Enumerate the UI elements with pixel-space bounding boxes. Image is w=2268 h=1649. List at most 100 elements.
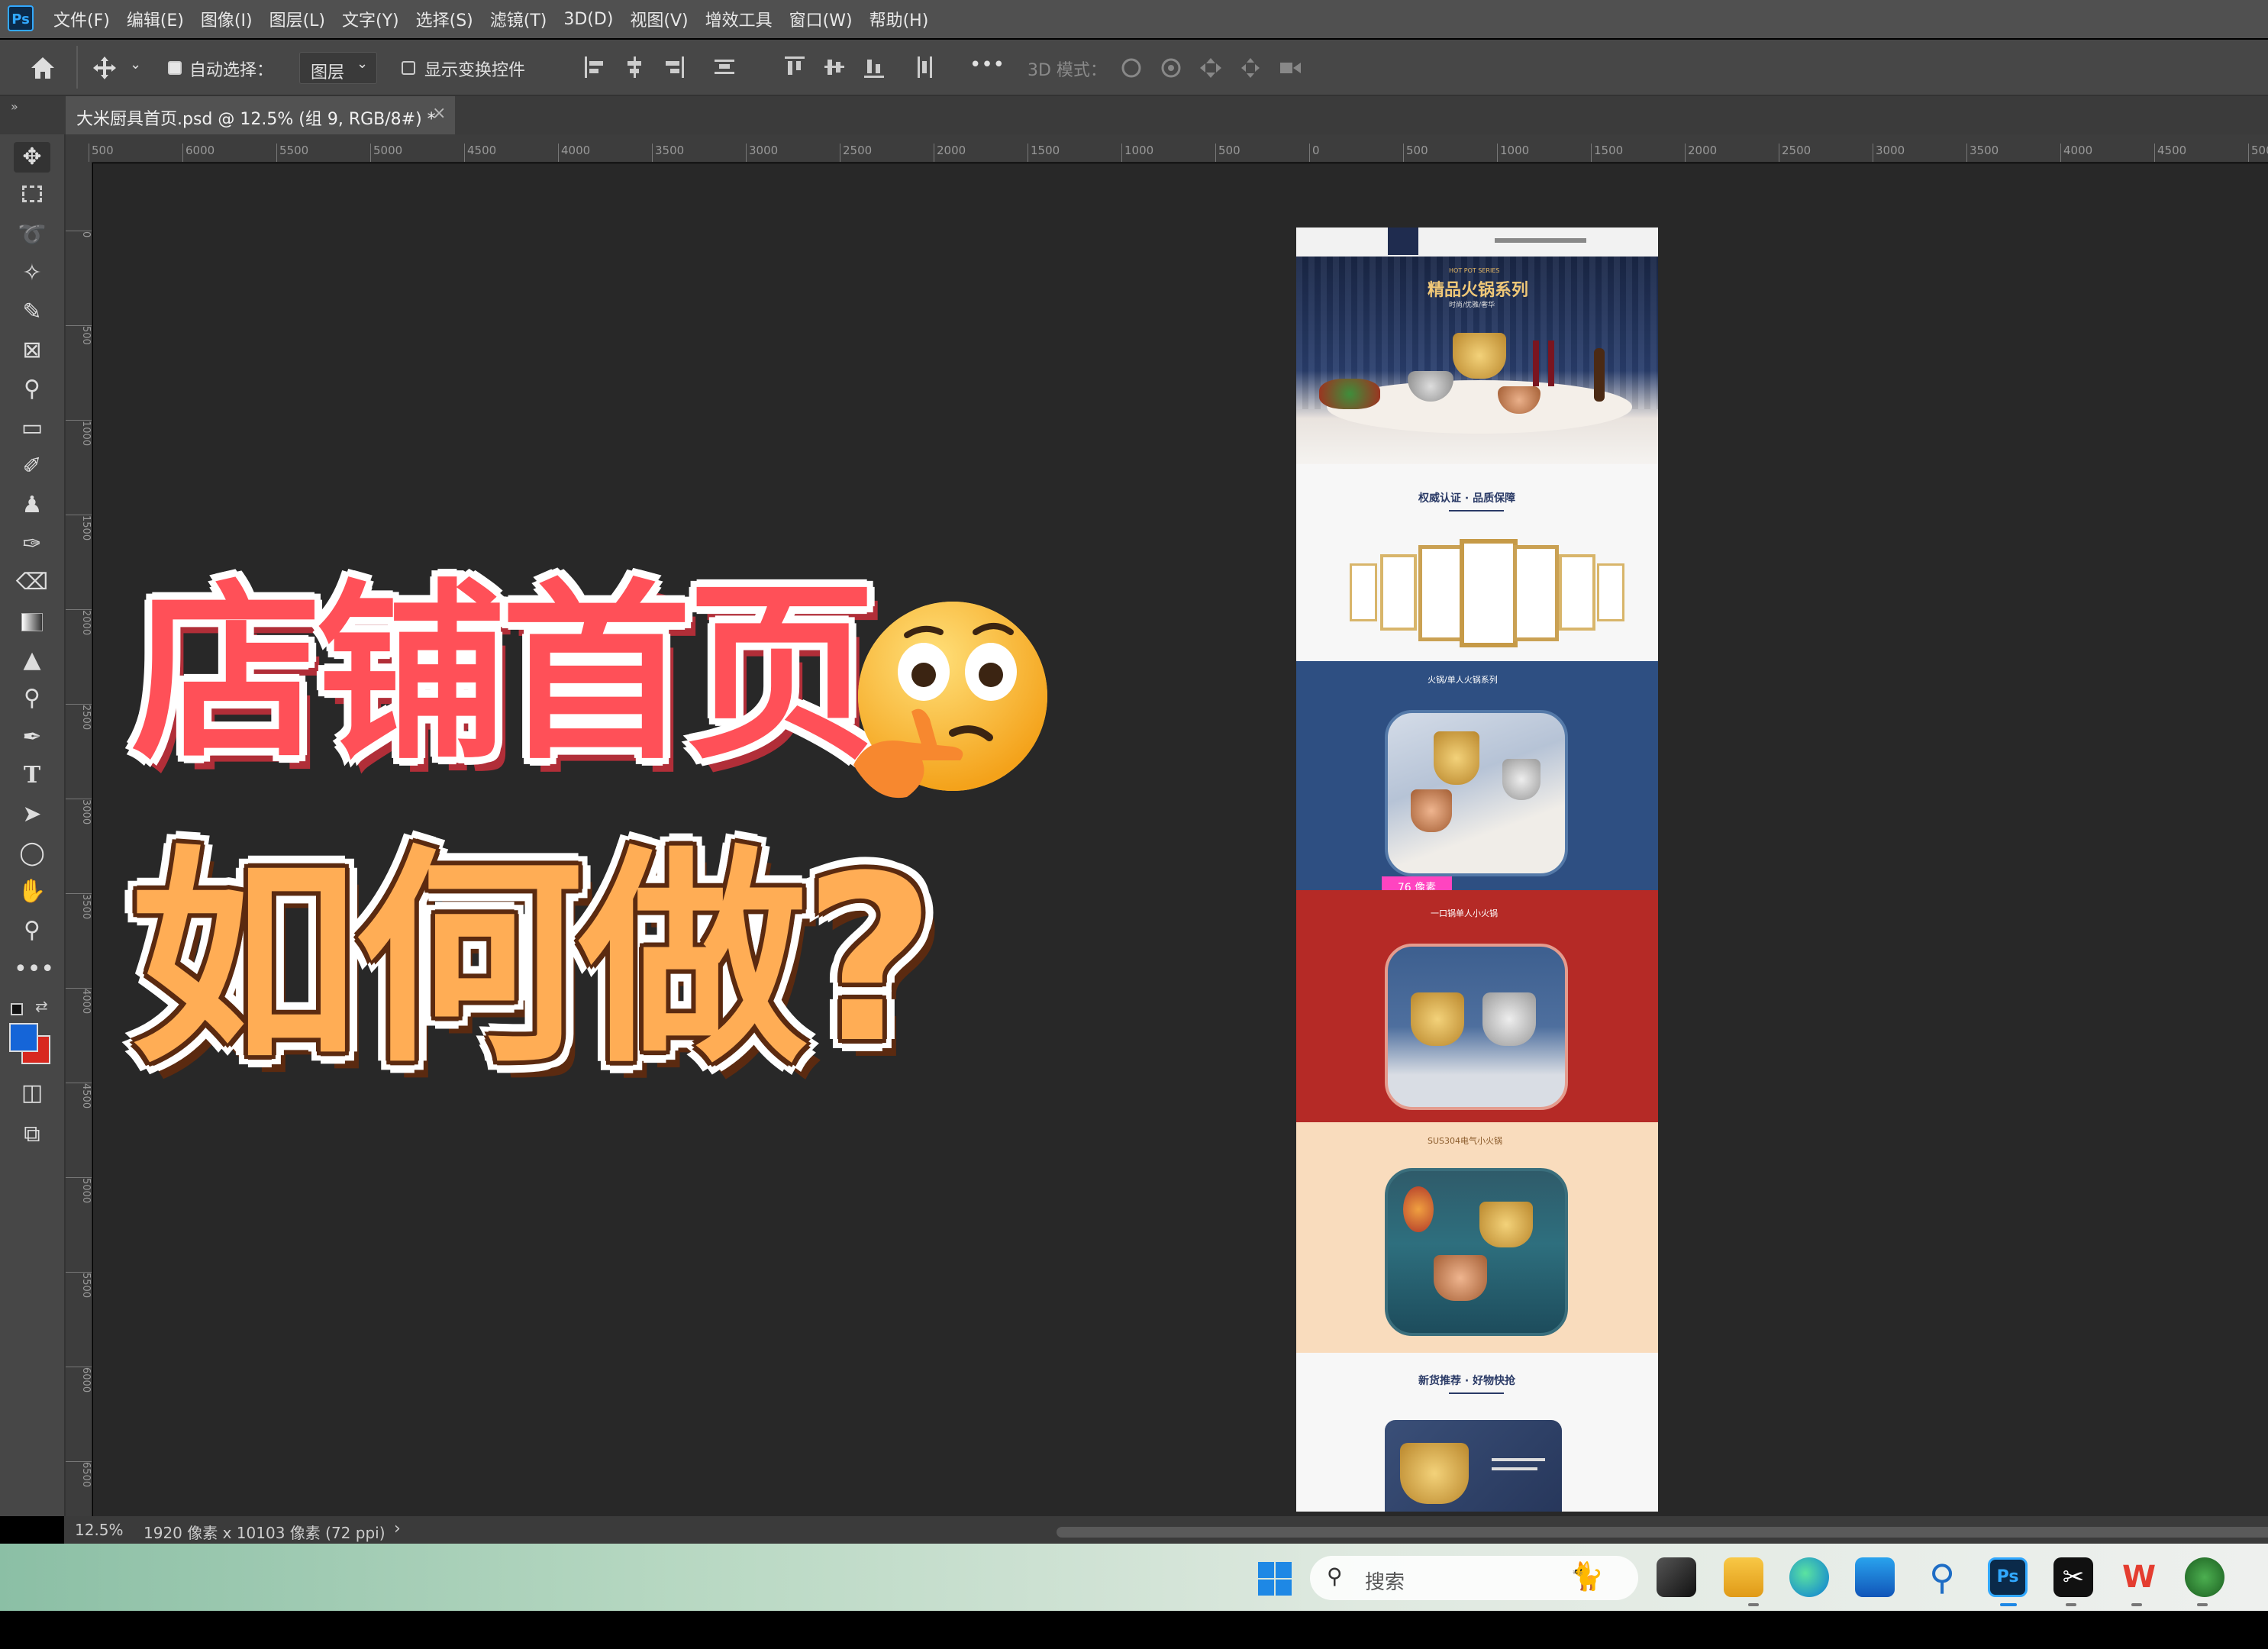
- menu-item[interactable]: 滤镜(T): [490, 7, 547, 31]
- eraser-tool-icon[interactable]: ⌫: [14, 567, 50, 598]
- menu-item[interactable]: 3D(D): [563, 10, 613, 29]
- distribute-vertical-icon[interactable]: [913, 55, 936, 79]
- ruler-tick-label: 4000: [558, 144, 590, 162]
- cert-center-image: [1460, 539, 1518, 647]
- blue-section-image: [1385, 710, 1568, 876]
- windows-start-icon[interactable]: [1257, 1560, 1293, 1597]
- show-transform-label: 显示变换控件: [424, 61, 526, 80]
- align-center-icon[interactable]: [623, 55, 646, 79]
- chevron-down-icon[interactable]: ⌄: [130, 56, 141, 73]
- patch-tool-icon[interactable]: ▭: [14, 413, 50, 444]
- eyedropper-icon[interactable]: ⚲: [14, 374, 50, 405]
- ruler-tick-label: 4500: [2154, 144, 2186, 162]
- status-menu-arrow[interactable]: ›: [394, 1519, 401, 1538]
- menu-item[interactable]: 文件(F): [53, 7, 110, 31]
- scale-3d-icon[interactable]: [1278, 56, 1302, 79]
- search-icon: ⚲: [1327, 1563, 1343, 1589]
- screen-mode-icon[interactable]: ⧉: [14, 1119, 50, 1150]
- foreground-color-swatch[interactable]: [9, 1023, 38, 1052]
- close-tab-icon[interactable]: ×: [432, 104, 446, 123]
- more-tools-icon[interactable]: •••: [14, 954, 54, 985]
- align-top-icon[interactable]: [783, 55, 806, 79]
- auto-select-dropdown[interactable]: 图层 ⌄: [299, 52, 377, 84]
- move-tool-icon[interactable]: ✥: [14, 142, 50, 173]
- hero-hotpot-image: [1453, 333, 1506, 379]
- collapse-panels-icon[interactable]: »: [11, 99, 18, 114]
- menu-item[interactable]: 窗口(W): [789, 7, 853, 31]
- ruler-tick-label: 500: [1215, 144, 1240, 162]
- task-view-icon[interactable]: [1657, 1557, 1696, 1597]
- taskbar-search-box[interactable]: ⚲ 搜索 🐈: [1310, 1556, 1638, 1600]
- photoshop-taskbar-icon[interactable]: Ps: [1988, 1557, 2028, 1597]
- pan-3d-icon[interactable]: [1199, 56, 1223, 79]
- menu-item[interactable]: 文字(Y): [342, 7, 399, 31]
- slide-3d-icon[interactable]: [1238, 56, 1263, 79]
- quick-mask-icon[interactable]: ◫: [14, 1078, 50, 1108]
- magic-wand-icon[interactable]: ✧: [14, 258, 50, 289]
- search-app-icon[interactable]: ⚲: [1922, 1557, 1962, 1597]
- zoom-tool-icon[interactable]: ⚲: [14, 915, 50, 946]
- brush-tool-icon[interactable]: ✐: [14, 451, 50, 482]
- path-selection-icon[interactable]: ➤: [14, 799, 50, 830]
- default-colors-icon[interactable]: [11, 1003, 23, 1015]
- frame-tool-icon[interactable]: ⊠: [14, 335, 50, 366]
- ellipse-tool-icon[interactable]: ◯: [14, 838, 50, 869]
- document-canvas[interactable]: HOT POT SERIES 精品火锅系列 时尚/优雅/奢华 权威认证 · 品质…: [1296, 228, 1658, 1512]
- menu-item[interactable]: 编辑(E): [127, 7, 184, 31]
- menu-bar: Ps 文件(F) 编辑(E) 图像(I) 图层(L) 文字(Y) 选择(S) 滤镜(T) 3D…: [0, 0, 2268, 38]
- home-icon[interactable]: [29, 55, 56, 81]
- auto-select-value: 图层: [311, 63, 345, 82]
- wechat-icon[interactable]: [2185, 1557, 2224, 1597]
- wps-office-icon[interactable]: W: [2119, 1557, 2159, 1597]
- document-size: 1920 像素 x 10103 像素 (72 ppi): [144, 1524, 386, 1542]
- crop-brush-icon[interactable]: ✎: [14, 297, 50, 328]
- capcut-icon[interactable]: ✂: [2053, 1557, 2093, 1597]
- gradient-tool-icon[interactable]: [14, 606, 50, 637]
- hand-tool-icon[interactable]: ✋: [14, 876, 50, 907]
- document-tab[interactable]: 大米厨具首页.psd @ 12.5% (组 9, RGB/8#) * ×: [66, 96, 455, 134]
- blur-tool-icon[interactable]: ▲: [14, 645, 50, 676]
- align-middle-icon[interactable]: [823, 55, 846, 79]
- ruler-tick-label: 3000: [66, 799, 92, 830]
- history-brush-icon[interactable]: ✑: [14, 529, 50, 560]
- auto-select-checkbox[interactable]: [168, 61, 182, 75]
- lasso-tool-icon[interactable]: ➰: [14, 220, 50, 250]
- menu-item[interactable]: 选择(S): [416, 7, 473, 31]
- align-bottom-icon[interactable]: [863, 55, 886, 79]
- overlay-title-line2: 如何做?: [130, 827, 936, 1093]
- stamp-tool-icon[interactable]: ♟: [14, 490, 50, 521]
- menu-item[interactable]: 帮助(H): [869, 7, 929, 31]
- show-transform-checkbox[interactable]: [402, 61, 415, 75]
- roll-3d-icon[interactable]: [1159, 56, 1183, 79]
- type-tool-icon[interactable]: T: [14, 760, 50, 791]
- dodge-tool-icon[interactable]: ⚲: [14, 683, 50, 714]
- photoshop-logo-icon: Ps: [8, 5, 34, 31]
- align-left-icon[interactable]: [583, 55, 606, 79]
- doc-new-section: 新货推荐 · 好物快抢: [1296, 1353, 1658, 1512]
- horizontal-scrollbar[interactable]: [1057, 1527, 2268, 1538]
- overlay-title-line1: 店铺首页: [131, 563, 876, 785]
- ruler-tick-label: 2500: [840, 144, 872, 162]
- zoom-level[interactable]: 12.5%: [75, 1521, 124, 1539]
- more-options-icon[interactable]: •••: [969, 53, 1005, 76]
- menu-item[interactable]: 图层(L): [269, 7, 325, 31]
- marquee-tool-icon[interactable]: [14, 180, 50, 211]
- edge-browser-icon[interactable]: [1789, 1557, 1829, 1597]
- distribute-icon[interactable]: [713, 55, 736, 79]
- status-bar: 12.5% 1920 像素 x 10103 像素 (72 ppi) ›: [64, 1516, 2268, 1544]
- move-tool-icon[interactable]: [92, 55, 118, 81]
- ruler-tick-label: 1500: [1028, 144, 1060, 162]
- pen-tool-icon[interactable]: ✒: [14, 722, 50, 753]
- align-right-icon[interactable]: [663, 55, 686, 79]
- menu-item[interactable]: 增效工具: [705, 7, 773, 31]
- ruler-tick-label: 2000: [66, 609, 92, 641]
- ruler-tick-label: 1000: [1121, 144, 1153, 162]
- file-explorer-icon[interactable]: [1724, 1557, 1763, 1597]
- menu-item[interactable]: 视图(V): [630, 7, 688, 31]
- menu-item[interactable]: 图像(I): [201, 7, 253, 31]
- swap-colors-icon[interactable]: ⇄: [35, 997, 48, 1015]
- store-icon[interactable]: [1855, 1557, 1895, 1597]
- orbit-3d-icon[interactable]: [1119, 56, 1144, 79]
- options-bar: ⌄ 自动选择： 图层 ⌄ 显示变换控件 ••• 3D 模式：: [0, 40, 2268, 96]
- chevron-down-icon: ⌄: [356, 56, 369, 72]
